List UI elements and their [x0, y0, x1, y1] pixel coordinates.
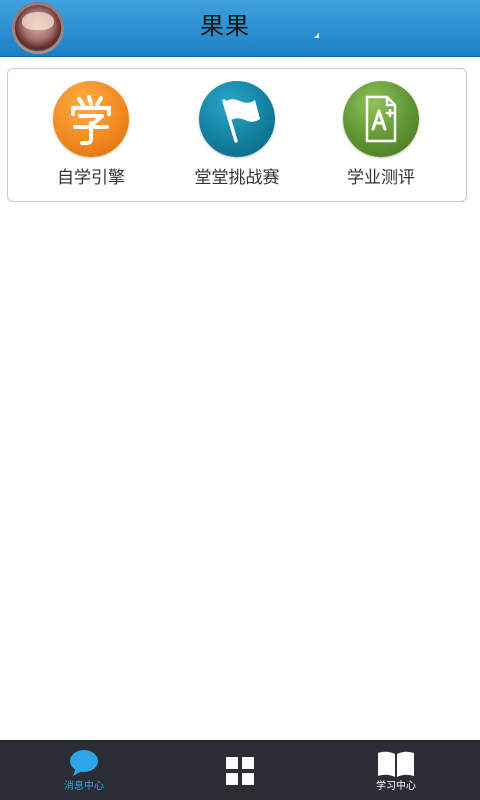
nav-messages-label: 消息中心 [64, 781, 104, 792]
self-study-engine-icon [53, 81, 129, 157]
feature-label: 堂堂挑战赛 [194, 168, 280, 188]
feature-card: 自学引擎 堂堂挑战赛 学业测评 [7, 68, 467, 202]
feature-label: 自学引擎 [57, 168, 125, 188]
nav-apps[interactable] [160, 741, 320, 800]
nav-messages[interactable]: 消息中心 [4, 741, 164, 800]
bottom-nav: 消息中心 学习中心 [0, 740, 480, 800]
avatar[interactable] [12, 2, 64, 54]
app-screen: 果果 自学引擎 堂堂挑战赛 学业测评 消息中心 学习中心 [0, 0, 480, 800]
feature-challenge[interactable]: 堂堂挑战赛 [162, 81, 312, 193]
feature-label: 学业测评 [347, 168, 415, 188]
top-bar: 果果 [0, 0, 480, 57]
nav-study-label: 学习中心 [376, 781, 416, 792]
chat-bubble-icon [70, 750, 98, 776]
grade-a-plus-icon [343, 81, 419, 157]
grid-icon [226, 757, 254, 785]
dropdown-indicator-icon[interactable] [314, 33, 319, 38]
open-book-icon [378, 751, 414, 777]
nav-study[interactable]: 学习中心 [316, 741, 476, 800]
feature-self-study-engine[interactable]: 自学引擎 [16, 81, 166, 193]
page-title[interactable]: 果果 [200, 10, 250, 42]
flag-icon [199, 81, 275, 157]
feature-assessment[interactable]: 学业测评 [306, 81, 456, 193]
